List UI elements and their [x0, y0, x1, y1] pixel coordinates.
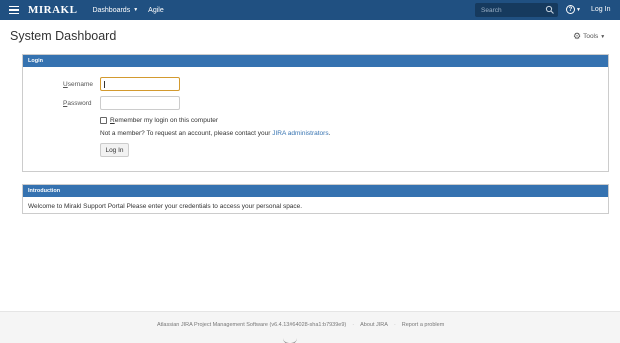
- help-menu[interactable]: ? ▼: [566, 5, 581, 14]
- introduction-panel: Introduction Welcome to Mirakl Support P…: [22, 184, 609, 214]
- text-cursor: [104, 81, 105, 88]
- tools-menu[interactable]: ⚙ Tools ▼: [573, 32, 605, 41]
- atlassian-logo-icon: [283, 338, 297, 343]
- menu-icon[interactable]: [9, 5, 19, 15]
- page-title: System Dashboard: [10, 29, 117, 43]
- username-field[interactable]: [100, 77, 180, 91]
- search-placeholder: Search: [481, 6, 502, 14]
- password-label: Password: [63, 100, 92, 107]
- nav-dashboards[interactable]: Dashboards ▼: [92, 7, 138, 14]
- chevron-down-icon: ▼: [133, 7, 139, 13]
- help-icon: ?: [566, 5, 575, 14]
- footer-report-link[interactable]: Report a problem: [402, 322, 445, 328]
- password-field[interactable]: [100, 96, 180, 110]
- login-panel: Login Username Password Remember my logi…: [22, 54, 609, 172]
- nav-agile[interactable]: Agile: [148, 7, 164, 14]
- introduction-text: Welcome to Mirakl Support Portal Please …: [28, 203, 303, 210]
- footer-about-link[interactable]: About JIRA: [360, 322, 388, 328]
- remember-me-label[interactable]: Remember my login on this computer: [110, 117, 218, 124]
- remember-me-checkbox[interactable]: [100, 117, 107, 124]
- chevron-down-icon: ▼: [600, 33, 606, 40]
- chevron-down-icon: ▼: [576, 6, 581, 13]
- tools-label: Tools: [583, 33, 599, 40]
- logo[interactable]: MIRAKL: [28, 4, 77, 16]
- footer-separator: ·: [352, 322, 355, 328]
- search-icon: [545, 5, 554, 14]
- nav-dashboards-label: Dashboards: [92, 6, 131, 14]
- jira-administrators-link[interactable]: JIRA administrators: [272, 130, 328, 137]
- footer-software-version: Atlassian JIRA Project Management Softwa…: [157, 322, 347, 328]
- top-navigation-bar: MIRAKL Dashboards ▼ Agile Search ? ▼ Log…: [0, 0, 620, 20]
- login-link[interactable]: Log In: [591, 6, 610, 13]
- search-input[interactable]: Search: [475, 3, 558, 17]
- username-label: Username: [63, 81, 93, 88]
- login-panel-heading: Login: [23, 55, 608, 67]
- introduction-panel-heading: Introduction: [23, 185, 608, 197]
- footer: Atlassian JIRA Project Management Softwa…: [0, 311, 620, 343]
- request-account-text: Not a member? To request an account, ple…: [100, 130, 331, 137]
- login-button[interactable]: Log In: [100, 143, 129, 157]
- gear-icon: ⚙: [573, 31, 582, 41]
- footer-separator: ·: [393, 322, 396, 328]
